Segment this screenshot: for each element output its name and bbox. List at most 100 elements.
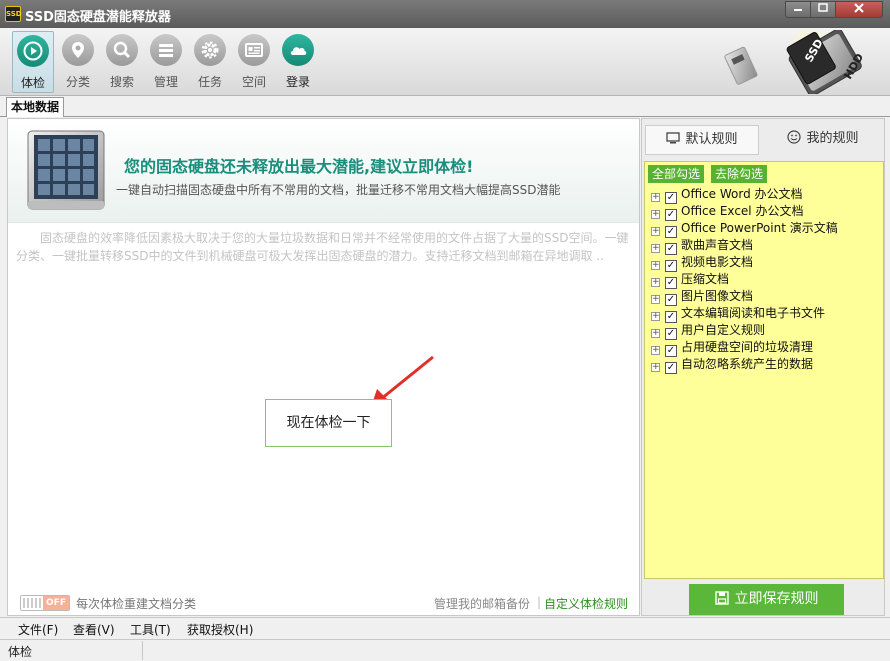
rule-item[interactable]: + ✓ 自动忽略系统产生的数据 <box>651 356 838 374</box>
toolbar-label: 管理 <box>153 75 178 89</box>
banner-subline: 一键自动扫描固态硬盘中所有不常用的文档，批量迁移不常用文档大幅提高SSD潜能 <box>116 183 561 197</box>
rule-label: 图片图像文档 <box>681 289 754 303</box>
toolbar-task-button[interactable]: 任务 <box>189 31 231 93</box>
expand-plus-icon[interactable]: + <box>651 244 660 253</box>
start-checkup-button[interactable]: 现在体检一下 <box>265 399 392 447</box>
rule-item[interactable]: + ✓ 文本编辑阅读和电子书文件 <box>651 305 838 323</box>
rules-list-area: 全部勾选 去除勾选 + ✓ Office Word 办公文档 + ✓ Office Exc… <box>644 161 884 579</box>
toolbar-label: 搜索 <box>109 75 134 89</box>
close-icon <box>854 3 864 13</box>
toggle-knob <box>23 598 41 608</box>
rules-panel: 默认规则 我的规则 全部勾选 去除勾选 + ✓ Office Word 办公文档 + ✓… <box>641 118 885 616</box>
banner-headline: 您的固态硬盘还未释放出最大潜能,建议立即体检! <box>124 157 474 176</box>
toolbar-classify-button[interactable]: 分类 <box>57 31 99 93</box>
app-icon: SSD <box>5 6 22 22</box>
rule-item[interactable]: + ✓ 压缩文档 <box>651 271 838 289</box>
rule-label: Office Word 办公文档 <box>681 187 803 201</box>
rule-item[interactable]: + ✓ 用户自定义规则 <box>651 322 838 340</box>
tab-default-rules[interactable]: 默认规则 <box>645 125 759 155</box>
menu-tools[interactable]: 工具(T) <box>130 621 171 638</box>
save-rules-button[interactable]: 立即保存规则 <box>689 584 844 615</box>
rule-label: Office Excel 办公文档 <box>681 204 804 218</box>
toggle-state: OFF <box>43 596 69 610</box>
rule-list: + ✓ Office Word 办公文档 + ✓ Office Excel 办公文档 + ✓ O… <box>651 186 838 374</box>
select-all-button[interactable]: 全部勾选 <box>648 165 705 183</box>
smiley-icon <box>787 130 802 144</box>
ssd-drive-image <box>27 130 105 210</box>
rule-label: Office PowerPoint 演示文稿 <box>681 221 838 235</box>
expand-plus-icon[interactable]: + <box>651 312 660 321</box>
manage-mailbox-link[interactable]: 管理我的邮箱备份 <box>434 595 530 612</box>
toolbar-label: 体检 <box>20 76 45 90</box>
rule-label: 占用硬盘空间的垃圾清理 <box>681 340 814 354</box>
list-icon <box>159 44 173 57</box>
rule-item[interactable]: + ✓ 占用硬盘空间的垃圾清理 <box>651 339 838 357</box>
expand-plus-icon[interactable]: + <box>651 261 660 270</box>
toolbar-login-button[interactable]: 登录 <box>277 31 319 93</box>
toolbar-label: 登录 <box>285 75 310 89</box>
status-text: 体检 <box>8 645 33 659</box>
gear-icon <box>201 41 219 59</box>
expand-plus-icon[interactable]: + <box>651 295 660 304</box>
search-icon <box>113 41 131 59</box>
toolbar-checkup-button[interactable]: 体检 <box>12 31 54 93</box>
rule-item[interactable]: + ✓ 歌曲声音文档 <box>651 237 838 255</box>
status-bar: 体检 <box>0 639 890 661</box>
rule-label: 用户自定义规则 <box>681 323 766 337</box>
cloud-icon <box>290 47 307 55</box>
tab-strip: 本地数据 <box>0 96 890 117</box>
tab-local-data[interactable]: 本地数据 <box>6 97 65 117</box>
location-pin-icon <box>72 42 84 58</box>
rule-label: 歌曲声音文档 <box>681 238 754 252</box>
maximize-button[interactable] <box>810 1 836 18</box>
rule-item[interactable]: + ✓ Office PowerPoint 演示文稿 <box>651 220 838 238</box>
main-panel: 您的固态硬盘还未释放出最大潜能,建议立即体检! 一键自动扫描固态硬盘中所有不常用… <box>7 118 640 616</box>
minimize-button[interactable] <box>785 1 811 18</box>
description-text: 固态硬盘的效率降低因素极大取决于您的大量垃圾数据和日常并不经常使用的文件占据了大… <box>16 231 629 263</box>
expand-plus-icon[interactable]: + <box>651 363 660 372</box>
rule-label: 文本编辑阅读和电子书文件 <box>681 306 826 320</box>
menu-license[interactable]: 获取授权(H) <box>187 621 253 638</box>
status-cell <box>142 641 885 660</box>
toolbar-label: 任务 <box>197 75 222 89</box>
close-button[interactable] <box>835 1 883 18</box>
tab-my-rules[interactable]: 我的规则 <box>765 125 881 155</box>
toolbar-label: 空间 <box>241 75 266 89</box>
rule-checkbox[interactable]: ✓ <box>665 362 677 374</box>
tab-mine-label: 我的规则 <box>806 131 859 146</box>
ssd-hdd-logo: SSD HDD <box>724 30 866 94</box>
toolbar-manage-button[interactable]: 管理 <box>145 31 187 93</box>
rule-item[interactable]: + ✓ Office Word 办公文档 <box>651 186 838 204</box>
expand-plus-icon[interactable]: + <box>651 210 660 219</box>
rebuild-toggle[interactable]: OFF <box>20 595 70 611</box>
expand-plus-icon[interactable]: + <box>651 329 660 338</box>
menu-file[interactable]: 文件(F) <box>18 621 58 638</box>
custom-rules-link[interactable]: 自定义体检规则 <box>544 595 628 612</box>
toolbar-space-button[interactable]: 空间 <box>233 31 275 93</box>
expand-plus-icon[interactable]: + <box>651 227 660 236</box>
toolbar-search-button[interactable]: 搜索 <box>101 31 143 93</box>
id-card-icon <box>245 43 263 57</box>
minimize-icon <box>794 9 802 11</box>
banner: 您的固态硬盘还未释放出最大潜能,建议立即体检! 一键自动扫描固态硬盘中所有不常用… <box>8 119 639 223</box>
rule-item[interactable]: + ✓ Office Excel 办公文档 <box>651 203 838 221</box>
maximize-icon <box>818 3 828 12</box>
main-toolbar: 体检 分类 搜索 管理 任务 空间 登录 SSD HDD <box>0 28 890 96</box>
rule-label: 压缩文档 <box>681 272 730 286</box>
expand-plus-icon[interactable]: + <box>651 346 660 355</box>
menu-bar: 文件(F) 查看(V) 工具(T) 获取授权(H) <box>0 617 890 639</box>
title-bar: SSD SSD固态硬盘潜能释放器 <box>0 0 890 28</box>
expand-plus-icon[interactable]: + <box>651 278 660 287</box>
window-title: SSD固态硬盘潜能释放器 <box>25 10 171 25</box>
rule-item[interactable]: + ✓ 视频电影文档 <box>651 254 838 272</box>
rule-label: 自动忽略系统产生的数据 <box>681 357 814 371</box>
menu-view[interactable]: 查看(V) <box>73 621 115 638</box>
deselect-all-button[interactable]: 去除勾选 <box>711 165 768 183</box>
play-icon <box>23 41 43 61</box>
expand-plus-icon[interactable]: + <box>651 193 660 202</box>
floppy-disk-icon <box>714 591 729 605</box>
link-separator: | <box>537 595 542 609</box>
rule-item[interactable]: + ✓ 图片图像文档 <box>651 288 838 306</box>
save-rules-label: 立即保存规则 <box>734 591 819 607</box>
rule-label: 视频电影文档 <box>681 255 754 269</box>
